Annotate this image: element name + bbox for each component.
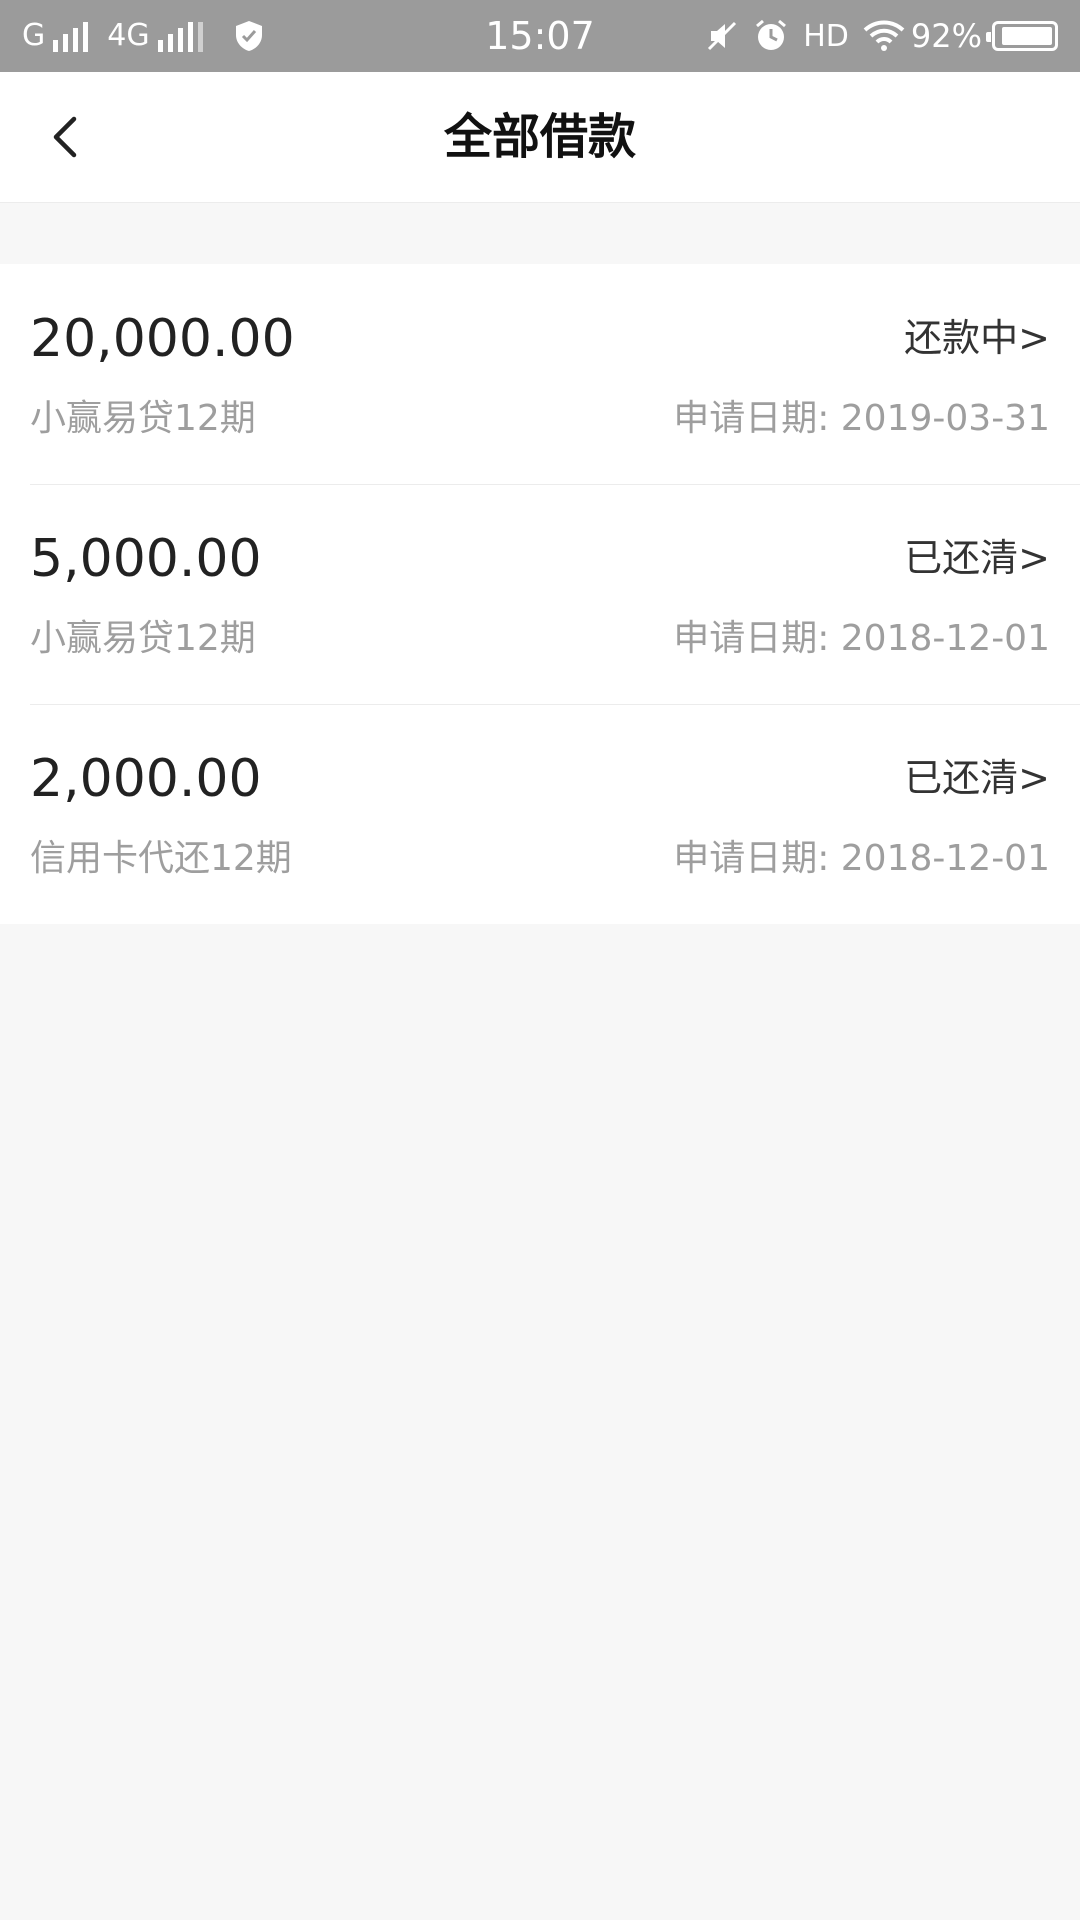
- page-title: 全部借款: [443, 109, 636, 165]
- status-bar: G 4G 15:07 HD 92%: [0, 0, 1080, 72]
- loan-apply-date: 申请日期: 2018-12-01: [673, 618, 1050, 659]
- loan-apply-date: 申请日期: 2019-03-31: [673, 398, 1050, 439]
- loan-status[interactable]: 已还清>: [904, 528, 1050, 588]
- loan-list-item[interactable]: 2,000.00 已还清> 信用卡代还12期 申请日期: 2018-12-01: [0, 704, 1080, 924]
- mute-icon: [705, 19, 739, 53]
- loan-list: 20,000.00 还款中> 小赢易贷12期 申请日期: 2019-03-31 …: [0, 264, 1080, 924]
- loan-list-item[interactable]: 20,000.00 还款中> 小赢易贷12期 申请日期: 2019-03-31: [0, 264, 1080, 484]
- loan-product: 小赢易贷12期: [30, 398, 256, 439]
- wifi-icon: [863, 20, 905, 52]
- alarm-icon: [753, 18, 789, 54]
- status-bar-right: HD 92%: [691, 0, 1058, 72]
- battery-level: [1002, 27, 1052, 45]
- loan-amount: 2,000.00: [30, 749, 262, 809]
- battery-icon: [986, 21, 1058, 51]
- loan-product: 信用卡代还12期: [30, 838, 292, 879]
- header: 全部借款: [0, 72, 1080, 203]
- hd-label: HD: [803, 18, 849, 54]
- battery-percent: 92%: [910, 17, 982, 55]
- loan-product: 小赢易贷12期: [30, 618, 256, 659]
- loan-apply-date: 申请日期: 2018-12-01: [673, 838, 1050, 879]
- loan-amount: 20,000.00: [30, 309, 295, 369]
- loan-status[interactable]: 已还清>: [904, 748, 1050, 808]
- loan-list-item[interactable]: 5,000.00 已还清> 小赢易贷12期 申请日期: 2018-12-01: [0, 484, 1080, 704]
- loan-amount: 5,000.00: [30, 529, 262, 589]
- loan-status[interactable]: 还款中>: [904, 308, 1050, 368]
